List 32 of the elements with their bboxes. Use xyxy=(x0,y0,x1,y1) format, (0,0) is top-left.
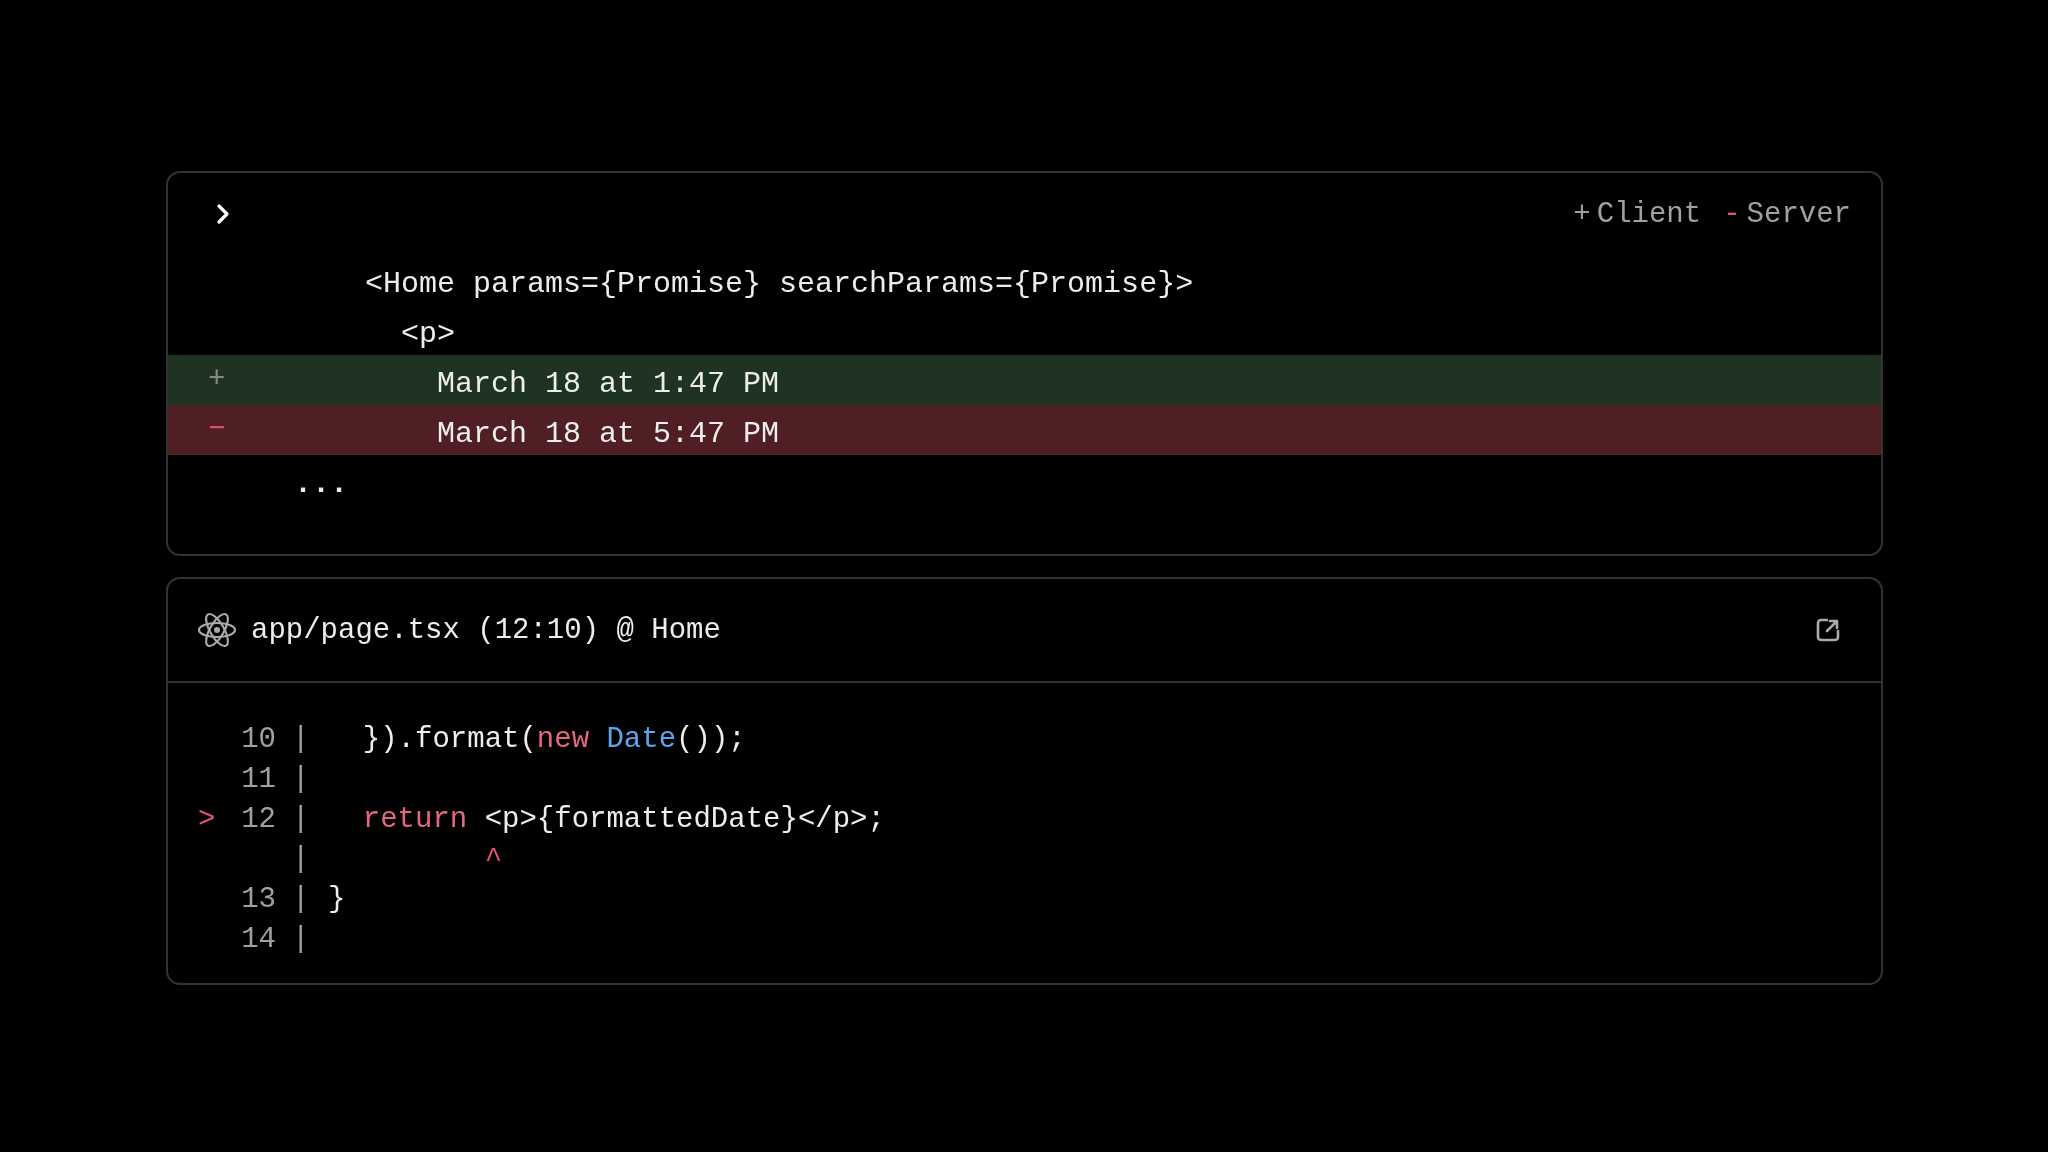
legend-label: Client xyxy=(1596,197,1702,231)
diff-line-text: March 18 at 1:47 PM xyxy=(437,367,780,401)
error-caret: ^ xyxy=(483,842,503,876)
line-number: 11 xyxy=(241,762,276,796)
gutter-pipe: | xyxy=(292,882,310,916)
gutter-pipe: | xyxy=(292,922,310,956)
diff-sign: + xyxy=(208,363,226,396)
atom-icon xyxy=(197,610,237,650)
external-link-icon xyxy=(1815,617,1841,643)
diff-line-text: <p> xyxy=(401,317,455,351)
legend-sign: + xyxy=(1573,197,1591,231)
gutter-pipe: | xyxy=(292,842,310,876)
line-number: 14 xyxy=(241,922,276,956)
code-text: }).format(new Date()); xyxy=(361,722,746,756)
open-external-button[interactable] xyxy=(1815,617,1841,643)
diff-line-text: March 18 at 5:47 PM xyxy=(437,417,780,451)
gutter-pipe: | xyxy=(292,722,310,756)
legend-sign: - xyxy=(1723,197,1741,231)
code-text: return <p>{formattedDate}</p>; xyxy=(361,802,885,836)
error-marker: > xyxy=(198,802,216,836)
line-number: 12 xyxy=(241,802,276,836)
code-text: } xyxy=(328,882,346,916)
source-location: app/page.tsx (12:10) @ Home xyxy=(251,613,722,647)
line-number: 10 xyxy=(241,722,276,756)
ellipsis-text: ... xyxy=(294,467,348,501)
diff-sign: − xyxy=(208,413,226,446)
gutter-pipe: | xyxy=(292,762,310,796)
gutter-pipe: | xyxy=(292,802,310,836)
legend-label: Server xyxy=(1746,197,1851,231)
line-number: 13 xyxy=(241,882,276,916)
diff-line-text: <Home params={Promise} searchParams={Promise}> xyxy=(365,267,1194,301)
chevron-icon xyxy=(216,203,230,225)
